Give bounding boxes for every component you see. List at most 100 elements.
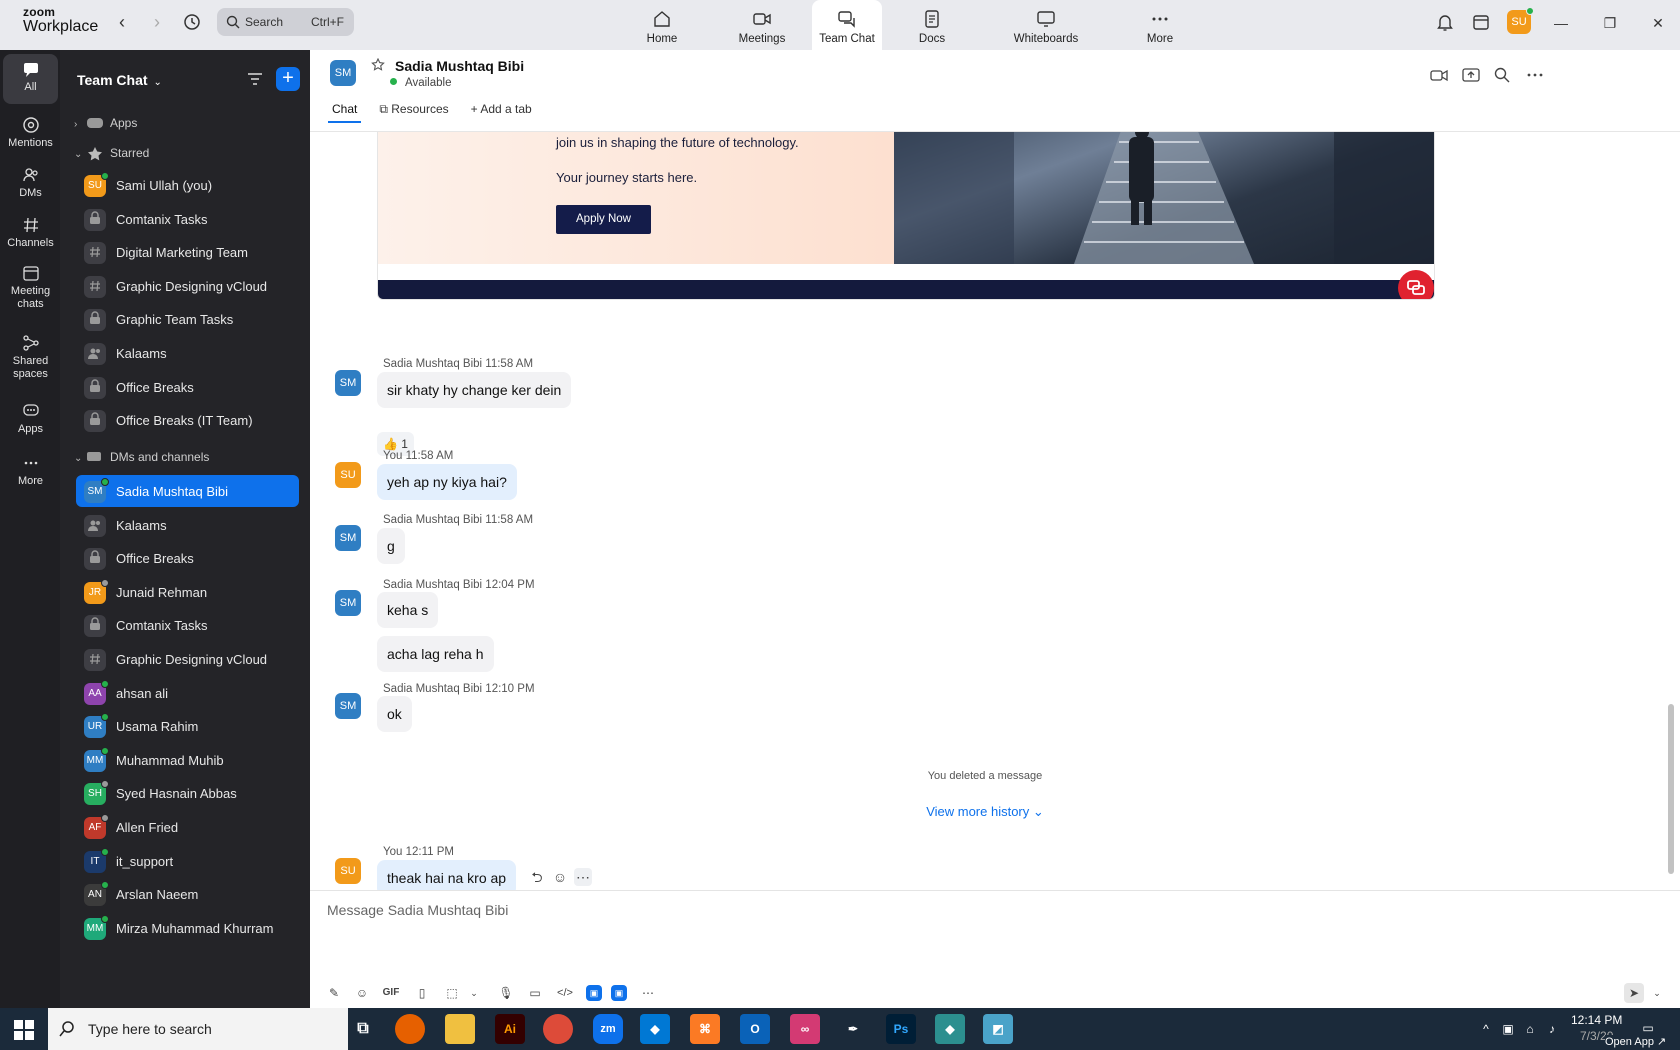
scrollbar-thumb[interactable] xyxy=(1668,704,1674,874)
tray-icon[interactable]: ▣ xyxy=(1500,1021,1516,1037)
sidebar-title[interactable]: Team Chat ⌄ xyxy=(77,72,162,88)
user-avatar[interactable]: SU xyxy=(1507,7,1534,34)
rail-mentions[interactable]: Mentions xyxy=(3,112,58,158)
search-box[interactable]: Search Ctrl+F xyxy=(217,8,354,36)
taskbar-search[interactable]: Type here to search xyxy=(48,1008,348,1050)
sender-name[interactable]: You xyxy=(383,846,402,858)
send-icon[interactable]: ➤ xyxy=(1624,983,1644,1003)
sidebar-item[interactable]: Graphic Designing vCloud xyxy=(76,270,299,302)
tab-meetings[interactable]: Meetings xyxy=(712,0,812,50)
shared-post-card[interactable]: join us in shaping the future of technol… xyxy=(377,132,1435,300)
forward-arrow-icon[interactable]: › xyxy=(147,12,167,32)
illustrator-icon[interactable]: Ai xyxy=(495,1014,525,1044)
chevron-down-icon[interactable]: ⌄ xyxy=(464,983,484,1003)
bell-icon[interactable] xyxy=(1435,12,1457,34)
chrome-icon[interactable] xyxy=(543,1014,573,1044)
contact-avatar[interactable]: SM xyxy=(330,60,356,86)
screenshot-icon[interactable]: ⬚ xyxy=(442,983,462,1003)
tab-whiteboards[interactable]: Whiteboards xyxy=(982,0,1110,50)
tab-resources[interactable]: ⧉ Resources xyxy=(377,102,450,124)
sidebar-item[interactable]: SU Sami Ullah (you) xyxy=(76,169,299,201)
message-bubble[interactable]: sir khaty hy change ker dein xyxy=(377,372,572,408)
sidebar-item[interactable]: IT it_support xyxy=(76,845,299,877)
file-explorer-icon[interactable] xyxy=(445,1014,475,1044)
chat-bubble-icon[interactable] xyxy=(1398,270,1434,299)
video-message-icon[interactable]: ▭ xyxy=(525,983,545,1003)
sender-name[interactable]: Sadia Mushtaq Bibi xyxy=(383,358,482,370)
emoji-icon[interactable]: ☺ xyxy=(551,868,569,886)
code-icon[interactable]: </> xyxy=(555,983,575,1003)
apply-now-button[interactable]: Apply Now xyxy=(556,205,651,234)
view-more-history-link[interactable]: View more history ⌄ xyxy=(310,804,1660,820)
sidebar-item[interactable]: SM Sadia Mushtaq Bibi xyxy=(76,475,299,507)
task-view-icon[interactable]: ⧉ xyxy=(348,1014,378,1044)
sidebar-item[interactable]: Graphic Team Tasks xyxy=(76,303,299,335)
more-options-icon[interactable]: ⋯ xyxy=(638,983,658,1003)
tab-chat[interactable]: Chat xyxy=(327,102,362,124)
message-bubble[interactable]: yeh ap ny kiya hai? xyxy=(377,464,517,500)
rail-channels[interactable]: Channels xyxy=(3,214,58,260)
zoom-icon[interactable]: zm xyxy=(593,1014,623,1044)
video-call-icon[interactable] xyxy=(1430,66,1448,84)
rail-dms[interactable]: DMs xyxy=(3,162,58,208)
sidebar-item[interactable]: AF Allen Fried xyxy=(76,811,299,843)
sidebar-item[interactable]: Office Breaks (IT Team) xyxy=(76,404,299,436)
message-bubble[interactable]: theak hai na kro ap xyxy=(377,860,517,890)
app-icon[interactable]: ▣ xyxy=(586,985,602,1001)
tab-more[interactable]: More xyxy=(1110,0,1210,50)
message-bubble[interactable]: keha s xyxy=(377,592,439,628)
sidebar-item[interactable]: Comtanix Tasks xyxy=(76,609,299,641)
search-icon[interactable] xyxy=(1493,66,1511,84)
back-arrow-icon[interactable]: ‹ xyxy=(112,12,132,32)
tab-docs[interactable]: Docs xyxy=(882,0,982,50)
sidebar-item[interactable]: Office Breaks xyxy=(76,371,299,403)
more-options-icon[interactable] xyxy=(1526,66,1544,84)
sender-name[interactable]: You xyxy=(383,450,402,462)
contact-name[interactable]: Sadia Mushtaq Bibi xyxy=(395,58,524,74)
open-app-button[interactable]: Open App ↗ xyxy=(1605,1035,1667,1048)
sidebar-item[interactable]: UR Usama Rahim xyxy=(76,710,299,742)
rail-meeting-chats[interactable]: Meeting chats xyxy=(3,262,58,320)
rail-all[interactable]: All xyxy=(3,54,58,104)
gif-icon[interactable]: GIF xyxy=(381,983,401,1003)
tab-add[interactable]: + Add a tab xyxy=(469,102,534,124)
app-icon[interactable]: ◆ xyxy=(935,1014,965,1044)
app-icon[interactable]: ◩ xyxy=(983,1014,1013,1044)
rail-shared-spaces[interactable]: Shared spaces xyxy=(3,332,58,390)
sidebar-item[interactable]: Kalaams xyxy=(76,337,299,369)
filter-icon[interactable] xyxy=(246,70,264,88)
pen-tool-icon[interactable]: ✒ xyxy=(838,1014,868,1044)
volume-icon[interactable]: ♪ xyxy=(1544,1021,1560,1037)
rail-more[interactable]: More xyxy=(3,452,58,496)
sender-avatar[interactable]: SU xyxy=(335,462,361,488)
section-dms-channels[interactable]: ⌄ DMs and channels xyxy=(74,450,209,465)
more-options-icon[interactable]: ⋯ xyxy=(574,868,592,886)
new-chat-button[interactable]: + xyxy=(276,67,300,91)
sender-avatar[interactable]: SM xyxy=(335,525,361,551)
network-icon[interactable]: ⌂ xyxy=(1522,1021,1538,1037)
section-starred[interactable]: ⌄ Starred xyxy=(74,146,149,161)
firefox-icon[interactable] xyxy=(395,1014,425,1044)
share-screen-icon[interactable] xyxy=(1462,66,1480,84)
sender-name[interactable]: Sadia Mushtaq Bibi xyxy=(383,683,482,695)
sidebar-item[interactable]: AN Arslan Naeem xyxy=(76,878,299,910)
calendar-icon[interactable] xyxy=(1471,12,1493,34)
reply-icon[interactable]: ⮌ xyxy=(528,868,546,886)
creative-cloud-icon[interactable]: ∞ xyxy=(790,1014,820,1044)
sidebar-item[interactable]: AA ahsan ali xyxy=(76,677,299,709)
format-icon[interactable]: ✎ xyxy=(324,983,344,1003)
sender-name[interactable]: Sadia Mushtaq Bibi xyxy=(383,579,482,591)
sidebar-item[interactable]: MM Muhammad Muhib xyxy=(76,744,299,776)
sidebar-item[interactable]: Digital Marketing Team xyxy=(76,236,299,268)
sender-name[interactable]: Sadia Mushtaq Bibi xyxy=(383,514,482,526)
sidebar-item[interactable]: SH Syed Hasnain Abbas xyxy=(76,777,299,809)
chevron-up-icon[interactable]: ^ xyxy=(1478,1021,1494,1037)
app-icon[interactable]: ▣ xyxy=(611,985,627,1001)
notifications-icon[interactable]: ▭ xyxy=(1640,1020,1656,1036)
history-icon[interactable] xyxy=(182,12,204,34)
microphone-icon[interactable]: 🎙 xyxy=(496,983,516,1003)
message-bubble[interactable]: ok xyxy=(377,696,412,732)
section-apps[interactable]: › Apps xyxy=(74,116,137,131)
vscode-icon[interactable]: ◆ xyxy=(640,1014,670,1044)
sender-avatar[interactable]: SU xyxy=(335,858,361,884)
